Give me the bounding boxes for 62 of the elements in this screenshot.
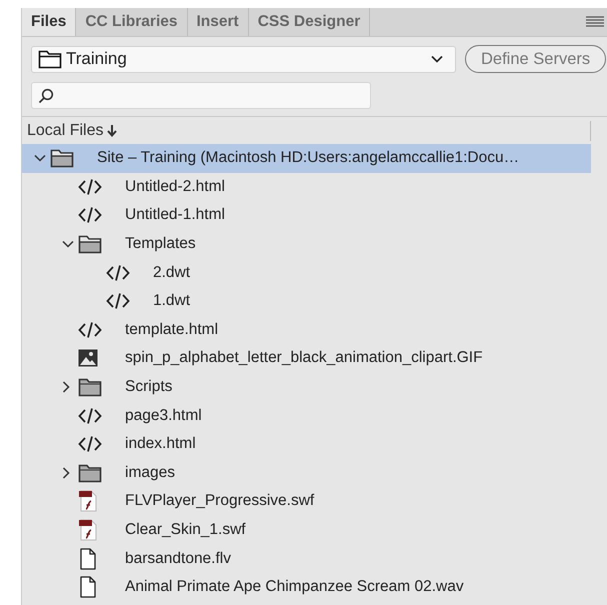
code-icon [106,264,130,282]
file-icon [78,576,98,598]
code-icon [78,320,102,339]
search-icon [38,88,54,104]
file-name: Clear_Skin_1.swf [125,521,246,540]
sort-arrow-icon [107,124,118,136]
tab[interactable]: CSS Designer [248,8,370,36]
file-name: Untitled-1.html [125,206,225,224]
tab[interactable]: CC Libraries [76,8,188,36]
file-name: Scripts [125,378,172,396]
file-row[interactable]: Templates [22,230,591,258]
file-name: Site – Training (Macintosh HD:Users:angelamccallie1:Docu… [97,149,520,168]
folder-icon [78,377,102,398]
file-row[interactable]: index.html [22,430,591,459]
file-row[interactable]: Untitled-1.html [22,201,591,230]
file-row[interactable]: Site – Training (Macintosh HD:Users:angelamccallie1:Docu… [22,144,591,173]
file-name: page3.html [125,406,202,425]
file-name: Animal Primate Ape Chimpanzee Scream 02.wav [125,578,464,596]
search-field[interactable] [31,82,371,109]
code-icon [78,435,102,454]
site-dropdown[interactable]: Training [31,46,456,72]
file-row[interactable]: template.html [22,316,591,344]
menu-icon [585,15,605,29]
file-name: Templates [125,235,196,254]
file-row[interactable]: 2.dwt [22,258,591,287]
file-row[interactable]: barsandtone.flv [22,544,591,573]
folder-icon [38,49,62,69]
folder-icon [78,462,102,483]
file-name: index.html [125,435,196,454]
code-icon [78,206,102,224]
tab[interactable]: Insert [188,8,249,36]
file-row[interactable]: Untitled-2.html [22,172,591,202]
file-name: barsandtone.flv [125,550,231,568]
file-name: template.html [125,320,218,339]
file-row[interactable]: FLVPlayer_Progressive.swf [22,487,591,516]
file-row[interactable]: page3.html [22,401,591,430]
file-row[interactable]: Clear_Skin_1.swf [22,516,591,544]
file-row[interactable]: images [22,458,591,488]
file-icon [78,548,98,570]
file-name: 1.dwt [153,292,190,310]
file-name: images [125,464,175,482]
dropdown-value: Training [66,49,128,69]
image-icon [78,349,98,368]
code-icon [106,292,130,310]
flash-file-icon [78,519,98,542]
code-icon [78,406,102,425]
file-row[interactable]: Scripts [22,372,591,402]
file-row[interactable]: spin_p_alphabet_letter_black_animation_clipart.GIF [22,344,591,373]
column-header[interactable]: Local Files [27,122,104,140]
file-row[interactable]: 1.dwt [22,286,591,316]
define-servers-button[interactable]: Define Servers [465,45,606,73]
tab[interactable]: Files [22,8,76,36]
file-name: Untitled-2.html [125,178,225,196]
file-name: FLVPlayer_Progressive.swf [125,492,314,510]
chevron-down-icon [431,55,443,63]
code-icon [78,178,102,196]
folder-icon [50,148,74,168]
file-row[interactable]: Animal Primate Ape Chimpanzee Scream 02.wav [22,572,591,602]
file-name: 2.dwt [153,264,190,282]
folder-icon [78,234,102,254]
flash-file-icon [78,490,98,512]
file-name: spin_p_alphabet_letter_black_animation_clipart.GIF [125,349,483,368]
